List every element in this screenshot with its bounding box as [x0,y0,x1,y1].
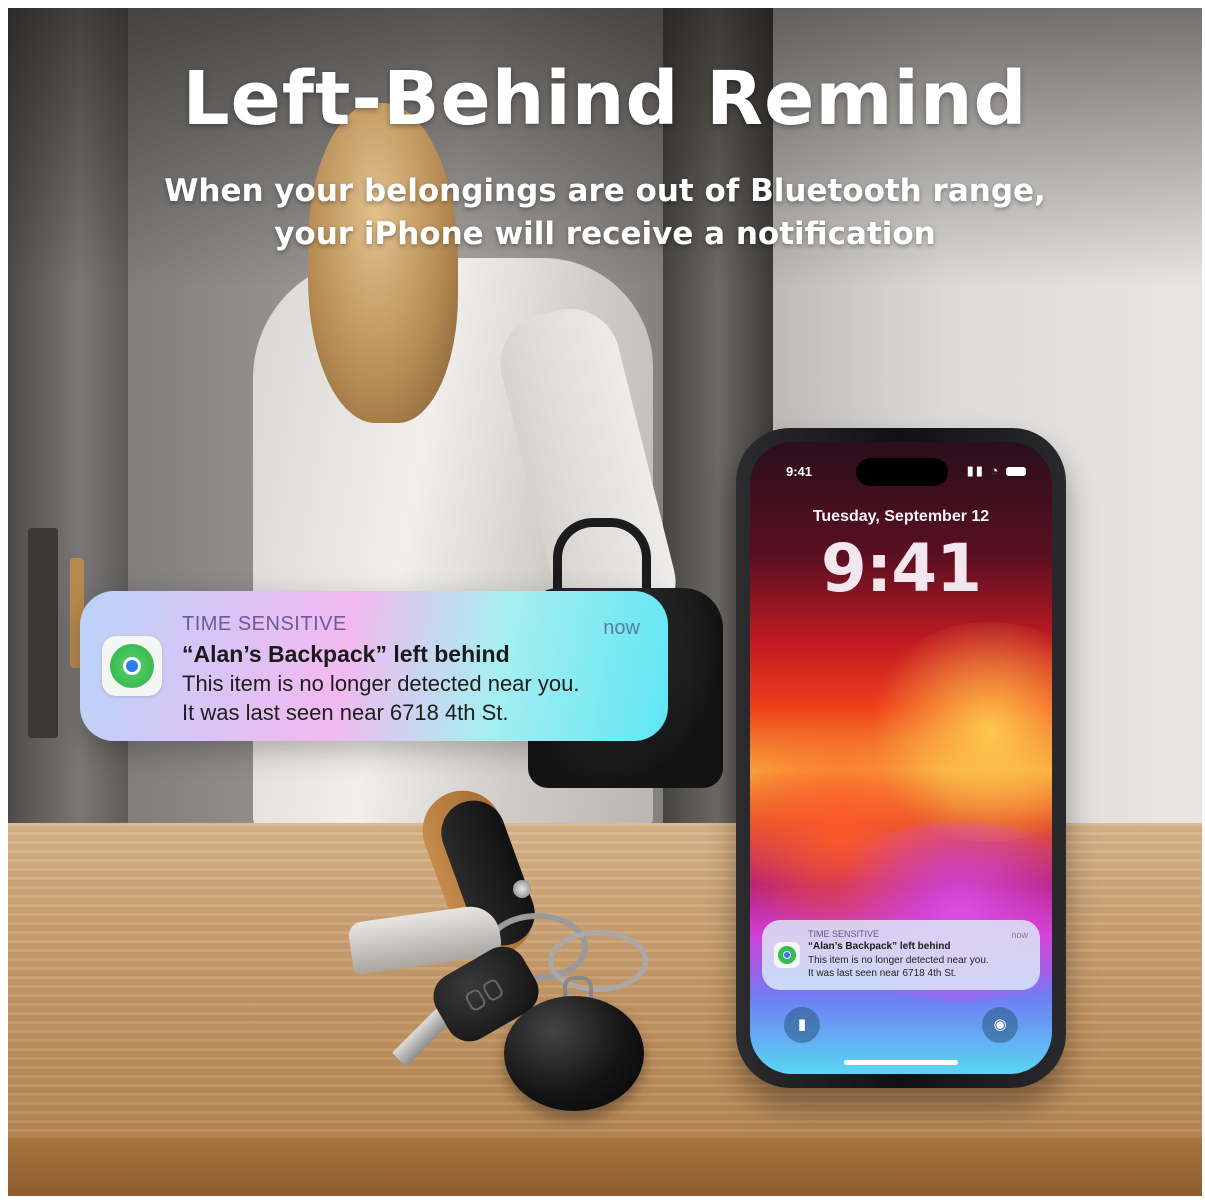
left-behind-notification[interactable]: TIME SENSITIVE now “Alan’s Backpack” lef… [80,591,668,741]
notification-body-line-2: It was last seen near 6718 4th St. [808,968,957,979]
find-my-icon [774,942,800,968]
notification-body-line-1: This item is no longer detected near you… [182,671,580,696]
notification-time: now [603,617,640,639]
notification-tag: TIME SENSITIVE [182,613,347,635]
subheadline: When your belongings are out of Bluetoot… [8,170,1202,256]
flashlight-icon[interactable]: ▮ [784,1007,820,1043]
home-indicator[interactable] [844,1060,958,1065]
find-my-icon-dot [783,951,791,959]
woman-hair [308,103,458,423]
notification-title: “Alan’s Backpack” left behind [182,641,510,667]
battery-icon [1006,467,1026,477]
dynamic-island [856,458,948,486]
iphone: 9:41 ▮▮ ◔ Tuesday, September 12 9:41 TIM… [736,428,1066,1088]
find-my-icon [102,636,162,696]
signal-icon: ▮▮ [966,463,985,478]
find-my-icon-dot [123,657,141,675]
subheadline-line-1: When your belongings are out of Bluetoot… [164,173,1046,209]
lock-screen[interactable]: 9:41 ▮▮ ◔ Tuesday, September 12 9:41 TIM… [750,442,1052,1074]
lock-screen-date: Tuesday, September 12 [812,508,990,525]
keychain-rivet [513,880,531,898]
status-bar-icons: ▮▮ ◔ [967,463,1026,479]
wifi-icon: ◔ [990,463,1001,478]
table-edge [8,1138,1202,1196]
notification-tag: TIME SENSITIVE [808,929,880,939]
notification-body-line-1: This item is no longer detected near you… [808,955,989,966]
product-image: Left-Behind Remind When your belongings … [8,8,1202,1196]
bluetooth-tracker-tag [504,996,644,1111]
notification-title: “Alan’s Backpack” left behind [808,941,951,952]
lock-screen-clock: 9:41 [820,530,982,607]
headline: Left-Behind Remind [182,56,1028,142]
camera-icon[interactable]: ◉ [982,1007,1018,1043]
notification-time: now [1011,930,1028,940]
door-panel [28,528,58,738]
status-bar-time: 9:41 [786,464,813,479]
subheadline-line-2: your iPhone will receive a notification [274,216,936,252]
lock-screen-notification[interactable]: TIME SENSITIVE now “Alan’s Backpack” lef… [762,920,1040,990]
notification-body-line-2: It was last seen near 6718 4th St. [182,700,509,725]
